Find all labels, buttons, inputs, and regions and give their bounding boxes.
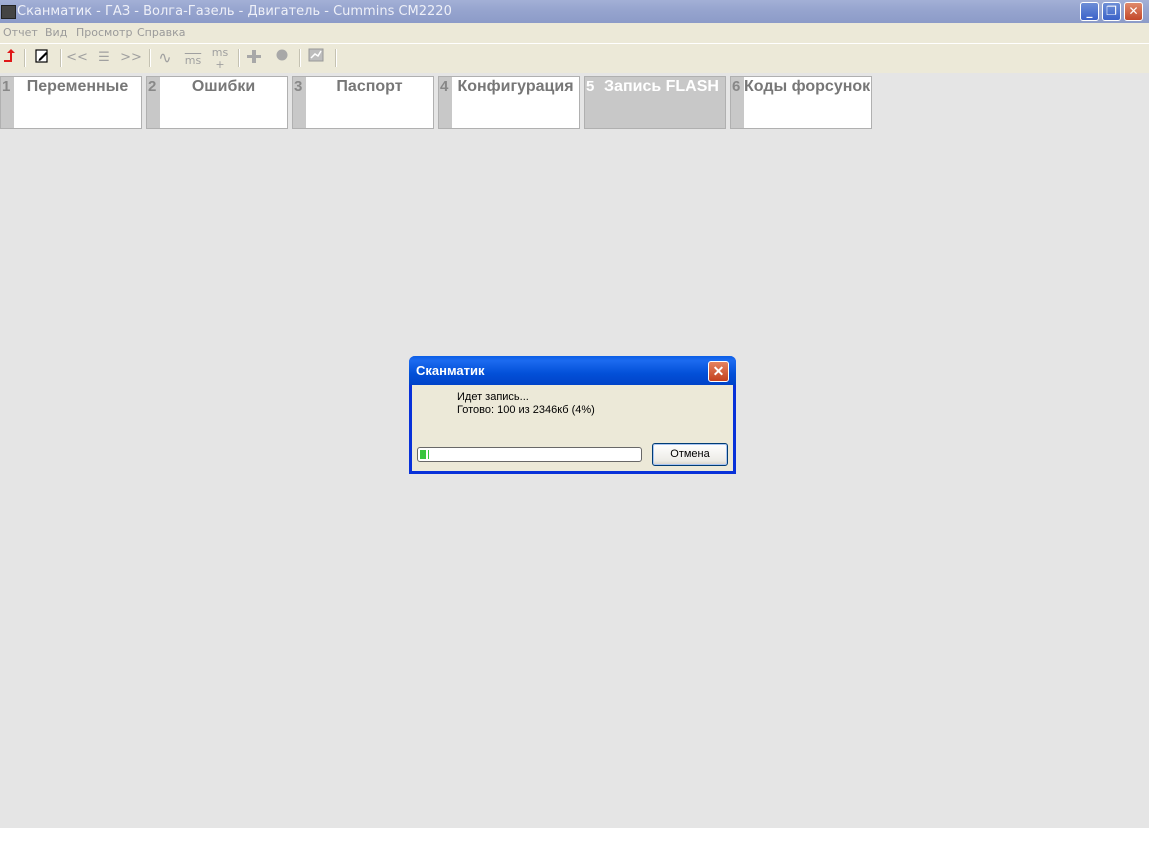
toolbar-separator <box>24 49 26 67</box>
tab-number: 6 <box>731 77 744 128</box>
toolbar: << ☰ >> ∿ ms ms + <box>0 43 1149 74</box>
dialog-progress-text: Готово: 100 из 2346кб (4%) <box>457 404 595 416</box>
window-title: Сканматик - ГАЗ - Волга-Газель - Двигате… <box>17 4 452 19</box>
tab-number: 2 <box>147 77 160 128</box>
tab-errors[interactable]: 2 Ошибки <box>146 76 288 129</box>
tab-flash-write[interactable]: 5 Запись FLASH <box>584 76 726 129</box>
tab-label: Коды форсунок <box>744 78 871 95</box>
dialog-title: Сканматик <box>416 363 485 378</box>
tab-variables[interactable]: 1 Переменные <box>0 76 142 129</box>
ms-plus-icon[interactable]: ms + <box>209 46 231 71</box>
record-icon[interactable] <box>272 48 292 68</box>
toolbar-separator <box>238 49 240 67</box>
tab-label: Паспорт <box>336 78 403 95</box>
list-icon[interactable]: ☰ <box>94 48 114 68</box>
ms-plus-label: ms <box>211 46 229 59</box>
toolbar-separator <box>149 49 151 67</box>
chart-icon[interactable] <box>306 48 326 68</box>
tab-label: Ошибки <box>191 78 256 95</box>
toolbar-separator <box>60 49 62 67</box>
ms-minus-icon[interactable]: ms <box>182 48 204 68</box>
status-area <box>0 828 1149 858</box>
tab-number: 5 <box>585 77 598 128</box>
tab-injector-codes[interactable]: 6 Коды форсунок <box>730 76 872 129</box>
edit-note-icon[interactable] <box>33 48 51 68</box>
connect-icon[interactable] <box>2 48 16 68</box>
tab-configuration[interactable]: 4 Конфигурация <box>438 76 580 129</box>
toolbar-separator <box>335 49 337 67</box>
menu-browse[interactable]: Просмотр <box>76 26 132 39</box>
tab-label: Переменные <box>26 78 129 95</box>
forward-icon[interactable]: >> <box>120 48 142 68</box>
dialog-title-bar: Сканматик ✕ <box>409 356 736 385</box>
close-window-button[interactable]: ✕ <box>1124 2 1143 21</box>
tab-number: 4 <box>439 77 452 128</box>
menu-report[interactable]: Отчет <box>3 26 38 39</box>
tab-label: Конфигурация <box>457 78 574 95</box>
toolbar-separator <box>299 49 301 67</box>
menu-view[interactable]: Вид <box>45 26 67 39</box>
tab-number: 1 <box>1 77 14 128</box>
app-icon <box>1 5 16 19</box>
tab-passport[interactable]: 3 Паспорт <box>292 76 434 129</box>
menu-help[interactable]: Справка <box>137 26 185 39</box>
dialog-status-line: Идет запись... <box>457 391 529 403</box>
ms-minus-label: ms <box>184 54 202 67</box>
dialog-close-button[interactable]: ✕ <box>708 361 729 382</box>
tab-number: 3 <box>293 77 306 128</box>
back-icon[interactable]: << <box>66 48 88 68</box>
menu-bar: Отчет Вид Просмотр Справка <box>0 23 1149 43</box>
wave-icon[interactable]: ∿ <box>155 48 175 68</box>
maximize-button[interactable]: ❐ <box>1102 2 1121 21</box>
tab-label: Запись FLASH <box>604 78 719 95</box>
add-marker-icon[interactable] <box>244 48 264 68</box>
title-bar: Сканматик - ГАЗ - Волга-Газель - Двигате… <box>0 0 1149 23</box>
progress-dialog: Сканматик ✕ Идет запись... Готово: 100 и… <box>409 356 736 474</box>
cancel-button[interactable]: Отмена <box>652 443 728 466</box>
minimize-button[interactable]: _ <box>1080 2 1099 21</box>
progress-fill <box>420 450 429 459</box>
progress-bar <box>417 447 642 462</box>
